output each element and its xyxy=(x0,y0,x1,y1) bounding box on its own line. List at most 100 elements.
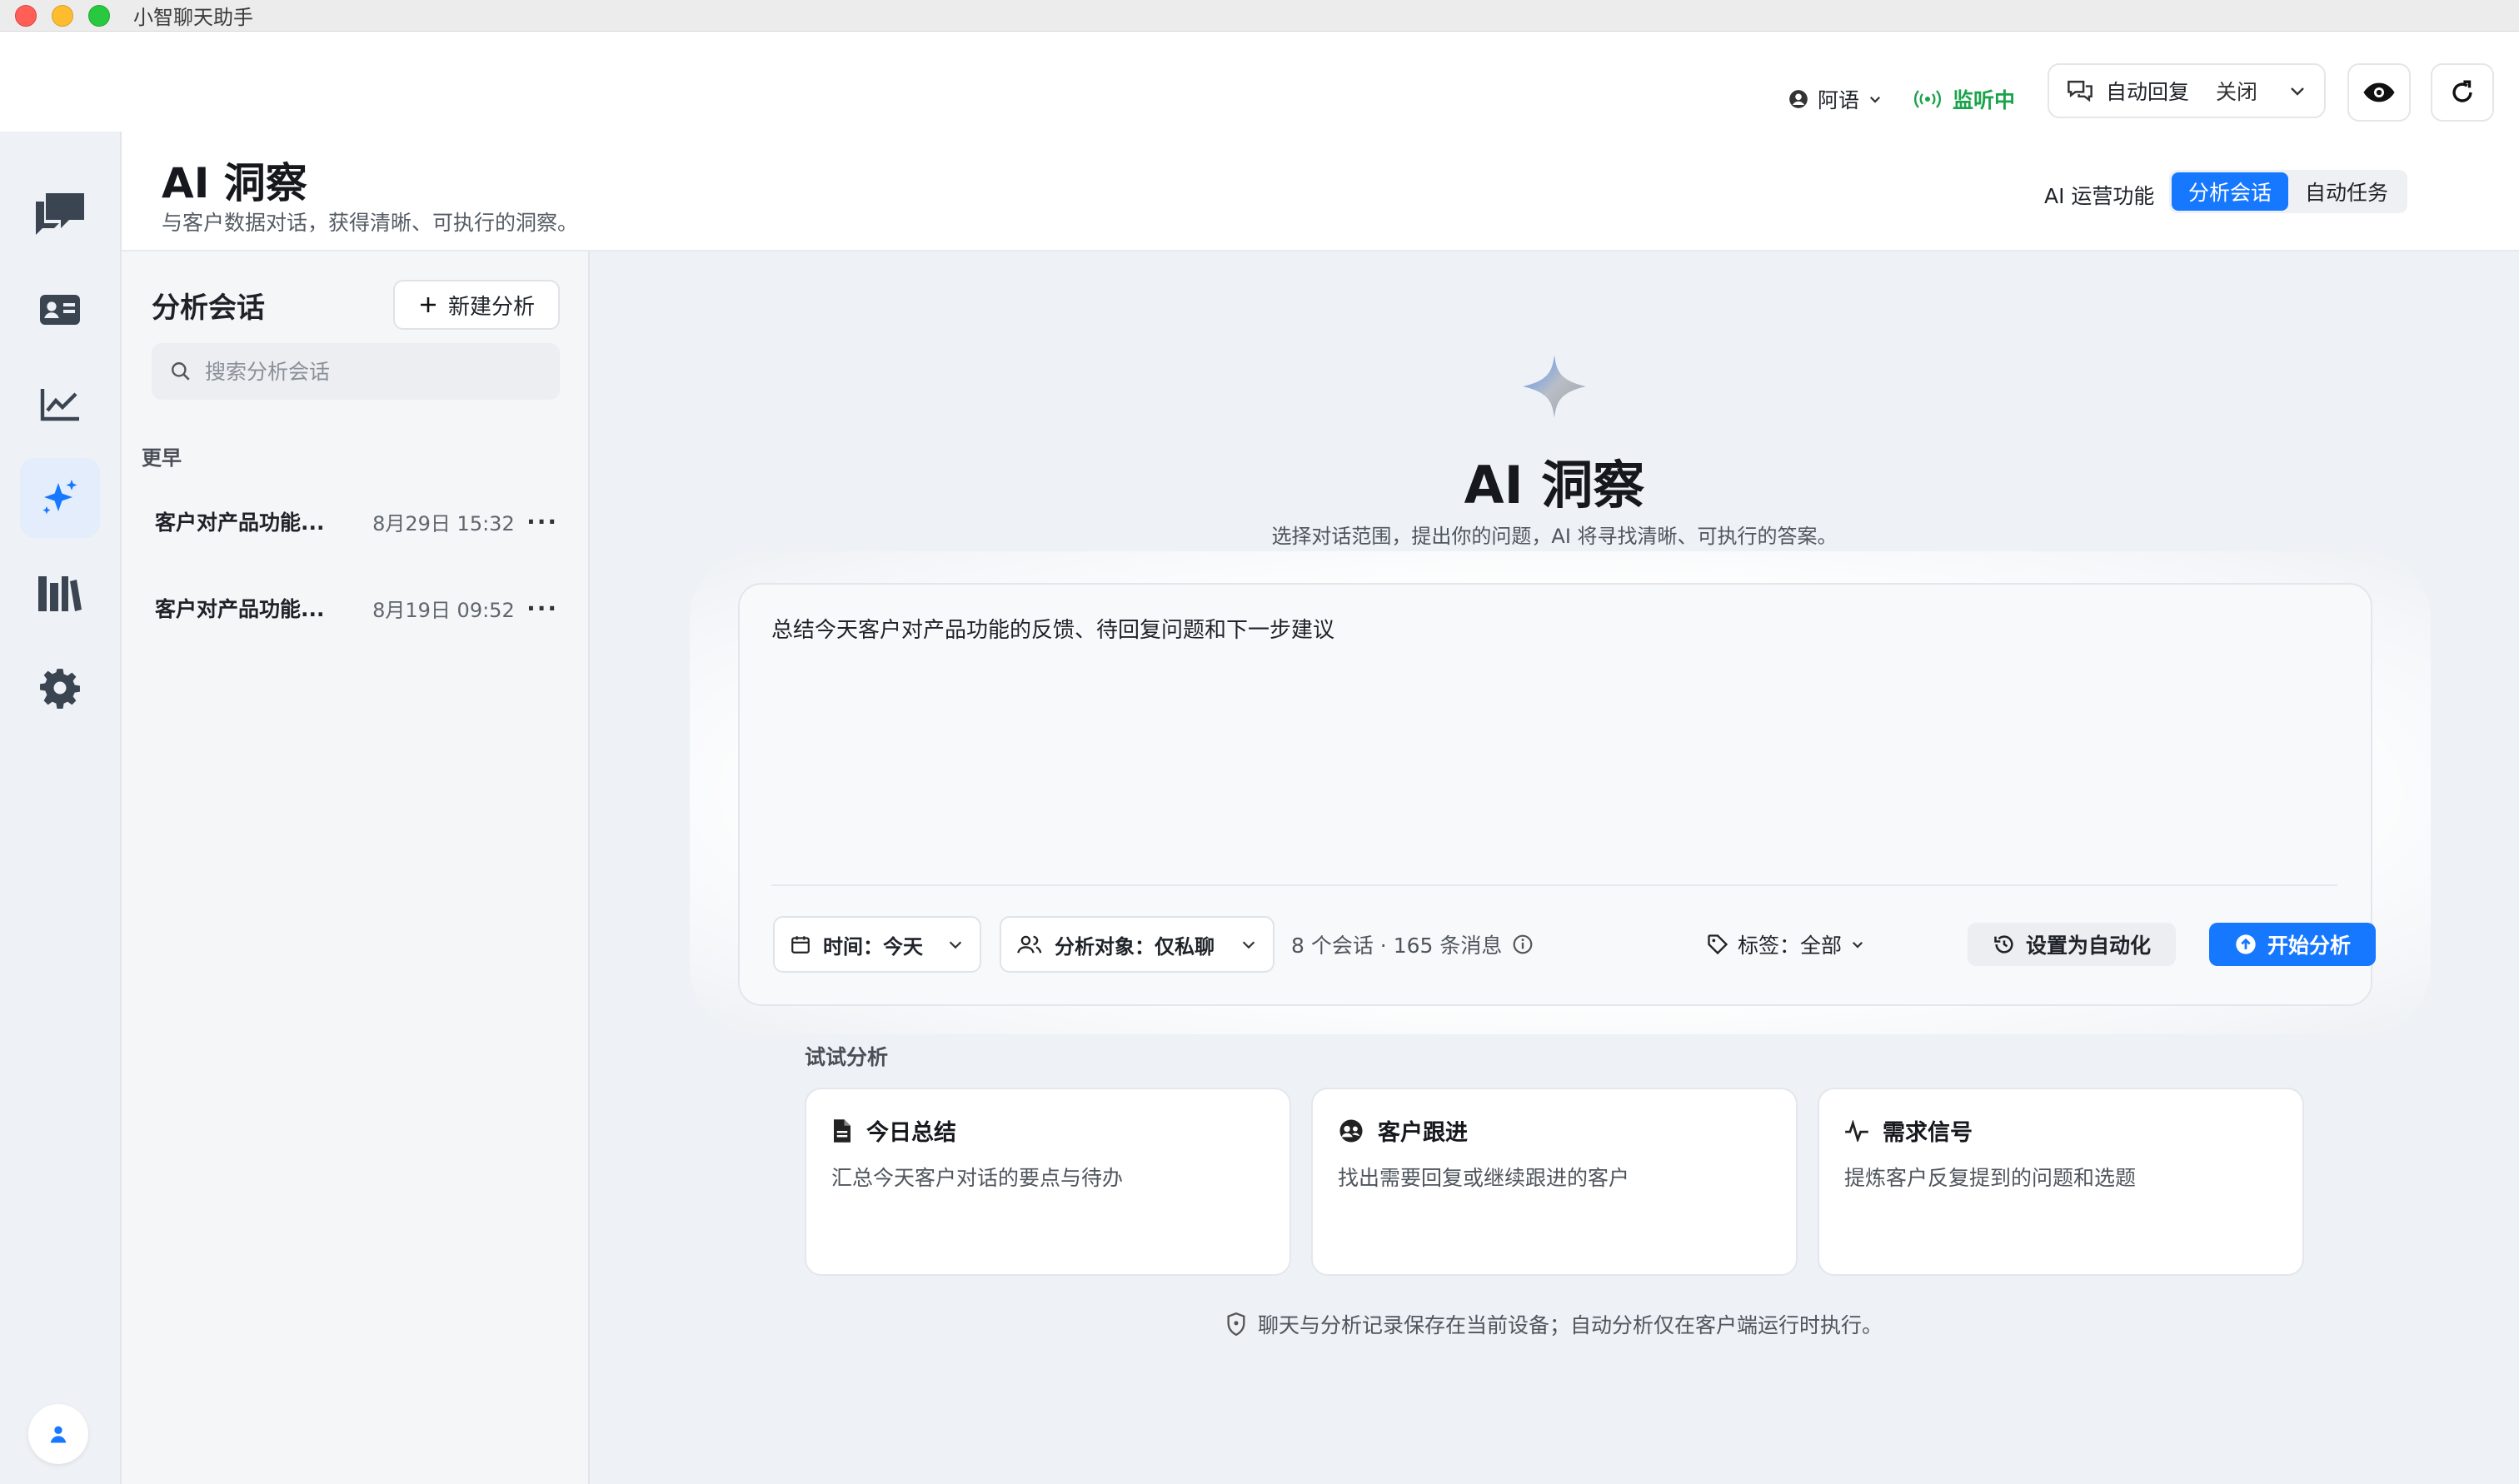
sessions-title: 分析会话 xyxy=(152,291,265,325)
calendar-icon xyxy=(791,936,810,954)
composer-divider xyxy=(771,884,2337,886)
refresh-button[interactable] xyxy=(2431,63,2494,122)
chevron-down-icon xyxy=(1242,941,1255,949)
new-analysis-button[interactable]: 新建分析 xyxy=(393,280,560,330)
hero-subtitle: 选择对话范围，提出你的问题，AI 将寻找清晰、可执行的答案。 xyxy=(1271,525,1838,548)
contacts-icon xyxy=(40,295,80,325)
minimize-window-button[interactable] xyxy=(52,4,73,27)
user-group-icon xyxy=(1339,1118,1363,1143)
listening-status: 监听中 xyxy=(1913,78,2015,120)
more-icon[interactable]: ··· xyxy=(526,508,558,535)
session-search xyxy=(152,343,560,400)
privacy-note-text: 聊天与分析记录保存在当前设备；自动分析仅在客户端运行时执行。 xyxy=(1257,1313,1883,1337)
time-filter-dropdown[interactable]: 时间：今天 xyxy=(773,916,981,973)
window-titlebar: 小智聊天助手 xyxy=(0,0,2519,32)
session-title: 客户对产品功能... xyxy=(155,597,325,621)
eye-icon xyxy=(2363,82,2395,102)
rail-library[interactable] xyxy=(20,553,100,633)
start-analysis-button[interactable]: 开始分析 xyxy=(2209,923,2376,966)
gear-icon xyxy=(40,669,80,709)
plus-icon xyxy=(420,297,436,312)
hero-title: AI 洞察 xyxy=(1464,455,1645,515)
start-analysis-label: 开始分析 xyxy=(2267,934,2351,958)
listening-label: 监听中 xyxy=(1953,88,2016,112)
auto-reply-state: 关闭 xyxy=(2216,80,2258,104)
list-item[interactable]: 客户对产品功能... 8月29日 15:32 ··· xyxy=(142,485,571,558)
card-desc: 找出需要回复或继续跟进的客户 xyxy=(1338,1166,1630,1190)
session-group-label: 更早 xyxy=(142,446,182,470)
page-title: AI 洞察 xyxy=(162,159,307,207)
document-icon xyxy=(834,1118,850,1143)
time-filter-label: 时间：今天 xyxy=(823,934,923,959)
session-time: 8月19日 09:52 xyxy=(372,598,515,622)
rail-stats[interactable] xyxy=(20,365,100,445)
arrow-up-circle-icon xyxy=(2236,934,2256,954)
main-area: AI 洞察 选择对话范围，提出你的问题，AI 将寻找清晰、可执行的答案。 总结今… xyxy=(590,251,2519,1484)
users-icon xyxy=(1017,935,1042,954)
rail-chat[interactable] xyxy=(20,173,100,253)
privacy-note: 聊天与分析记录保存在当前设备；自动分析仅在客户端运行时执行。 xyxy=(590,1309,2519,1339)
sessions-panel: 分析会话 新建分析 更早 客户对产品功能... 8月29日 15:32 ··· … xyxy=(122,251,590,1484)
page-header: AI 洞察 与客户数据对话，获得清晰、可执行的洞察。 AI 运营功能 分析会话 … xyxy=(122,132,2519,251)
user-icon xyxy=(50,1426,67,1443)
search-icon xyxy=(172,362,190,381)
sparkle-icon xyxy=(1523,355,1586,418)
chevron-down-icon xyxy=(2291,87,2304,96)
suggestion-card-customer-followup[interactable]: 客户跟进 找出需要回复或继续跟进的客户 xyxy=(1311,1088,1798,1276)
query-composer: 总结今天客户对产品功能的反馈、待回复问题和下一步建议 时间：今天 分析对象：仅私… xyxy=(738,583,2376,1006)
chat-bubbles-icon xyxy=(2068,80,2093,102)
tag-icon xyxy=(1708,934,1728,955)
rail-ai-insight[interactable] xyxy=(20,458,100,538)
target-filter-dropdown[interactable]: 分析对象：仅私聊 xyxy=(1000,916,1274,973)
auto-reply-dropdown[interactable]: 自动回复 关闭 xyxy=(2048,63,2326,118)
suggestion-card-daily-summary[interactable]: 今日总结 汇总今天客户对话的要点与待办 xyxy=(805,1088,1291,1276)
pulse-icon xyxy=(1845,1119,1868,1142)
library-icon xyxy=(38,576,82,611)
more-icon[interactable]: ··· xyxy=(526,595,558,622)
window-title: 小智聊天助手 xyxy=(133,6,253,29)
set-automation-label: 设置为自动化 xyxy=(2025,934,2151,958)
broadcast-icon xyxy=(1914,90,1941,108)
ai-insight-icon xyxy=(42,480,77,515)
page-subtitle: 与客户数据对话，获得清晰、可执行的洞察。 xyxy=(162,211,579,235)
user-menu[interactable]: 阿语 xyxy=(1788,78,1883,120)
session-time: 8月29日 15:32 xyxy=(372,511,515,535)
top-toolbar: 阿语 监听中 自动回复 关闭 xyxy=(0,32,2519,132)
card-desc: 汇总今天客户对话的要点与待办 xyxy=(831,1166,1124,1190)
avatar[interactable] xyxy=(28,1404,88,1464)
maximize-window-button[interactable] xyxy=(88,4,110,27)
chat-icon xyxy=(36,193,84,235)
set-automation-button[interactable]: 设置为自动化 xyxy=(1968,923,2176,966)
info-icon[interactable] xyxy=(1512,934,1534,955)
card-desc: 提炼客户反复提到的问题和选题 xyxy=(1844,1166,2137,1190)
chevron-down-icon xyxy=(1852,941,1863,949)
mode-tabs: 分析会话 自动任务 xyxy=(2169,170,2408,213)
list-item[interactable]: 客户对产品功能... 8月19日 09:52 ··· xyxy=(142,571,571,645)
stats-icon xyxy=(40,389,79,421)
session-title: 客户对产品功能... xyxy=(155,510,325,535)
card-title: 需求信号 xyxy=(1883,1120,1973,1146)
preview-button[interactable] xyxy=(2347,63,2411,122)
window-controls xyxy=(15,4,110,27)
query-input[interactable]: 总结今天客户对产品功能的反馈、待回复问题和下一步建议 xyxy=(771,613,2337,846)
ops-label: AI 运营功能 xyxy=(2044,184,2155,208)
tags-filter-label: 标签：全部 xyxy=(1738,934,1843,958)
chevron-down-icon xyxy=(949,941,962,949)
tab-analysis-sessions[interactable]: 分析会话 xyxy=(2172,172,2289,211)
chevron-down-icon xyxy=(1869,96,1881,103)
history-icon xyxy=(1994,935,2013,954)
target-filter-label: 分析对象：仅私聊 xyxy=(1055,934,1215,959)
close-window-button[interactable] xyxy=(15,4,37,27)
rail-settings[interactable] xyxy=(20,648,100,728)
tab-auto-tasks[interactable]: 自动任务 xyxy=(2288,172,2405,211)
scope-stats-label: 8 个会话 · 165 条消息 xyxy=(1291,934,1503,958)
refresh-icon xyxy=(2452,80,2472,102)
card-title: 今日总结 xyxy=(866,1120,956,1146)
suggestion-card-demand-signals[interactable]: 需求信号 提炼客户反复提到的问题和选题 xyxy=(1818,1088,2304,1276)
user-name: 阿语 xyxy=(1818,88,1860,112)
shield-icon xyxy=(1227,1312,1245,1336)
rail-contacts[interactable] xyxy=(20,270,100,350)
session-search-input[interactable] xyxy=(205,359,538,384)
tags-filter-dropdown[interactable]: 标签：全部 xyxy=(1706,916,1865,973)
try-analysis-label: 试试分析 xyxy=(805,1045,889,1069)
